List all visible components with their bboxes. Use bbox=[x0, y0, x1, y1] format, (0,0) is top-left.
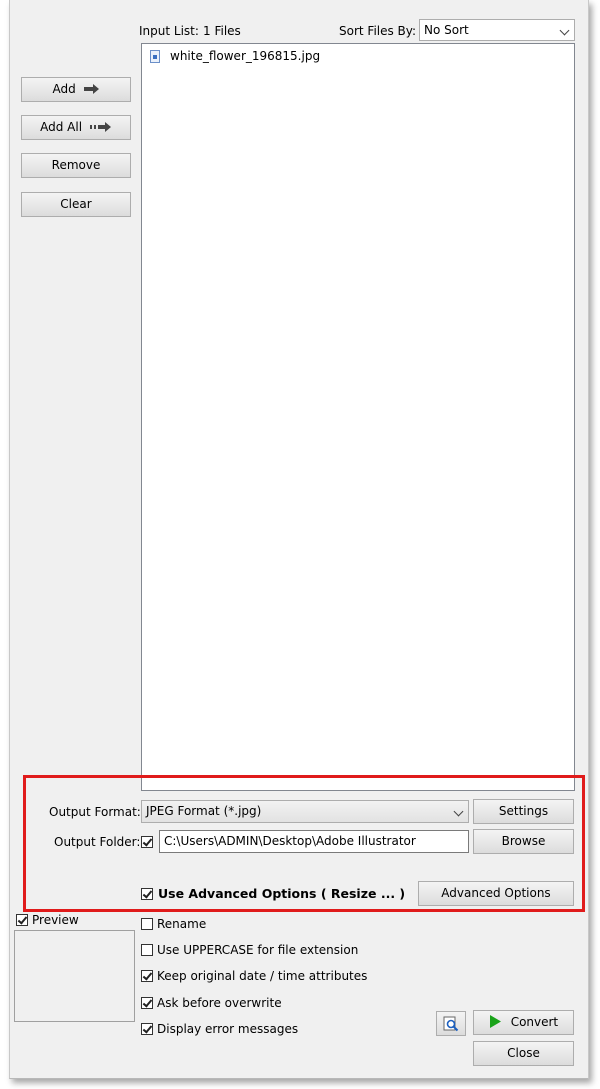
ask-overwrite-label: Ask before overwrite bbox=[157, 996, 282, 1010]
sort-files-value: No Sort bbox=[424, 23, 469, 37]
sort-files-label: Sort Files By: bbox=[339, 24, 417, 38]
convert-button[interactable]: Convert bbox=[473, 1010, 574, 1035]
uppercase-extension-checkbox[interactable] bbox=[141, 944, 153, 956]
uppercase-extension-label: Use UPPERCASE for file extension bbox=[157, 943, 359, 957]
add-button-label: Add bbox=[52, 82, 76, 96]
clear-button[interactable]: Clear bbox=[21, 192, 131, 217]
add-all-button[interactable]: Add All bbox=[21, 115, 131, 140]
right-arrow-icon bbox=[83, 84, 99, 94]
preview-box bbox=[14, 930, 135, 1022]
keep-date-label: Keep original date / time attributes bbox=[157, 969, 368, 983]
play-icon bbox=[489, 1015, 501, 1028]
display-errors-checkbox[interactable] bbox=[141, 1023, 153, 1035]
double-right-arrow-icon bbox=[89, 122, 111, 132]
rename-label: Rename bbox=[157, 917, 207, 931]
close-button[interactable]: Close bbox=[473, 1041, 574, 1066]
dialog-window: Input List: 1 Files Sort Files By: No So… bbox=[9, 0, 589, 1079]
chevron-down-icon bbox=[559, 25, 570, 36]
ask-overwrite-checkbox[interactable] bbox=[141, 997, 153, 1009]
preview-label: Preview bbox=[32, 913, 79, 927]
list-item[interactable]: white_flower_196815.jpg bbox=[150, 49, 450, 65]
preview-checkbox[interactable] bbox=[16, 914, 28, 926]
input-list-label: Input List: bbox=[139, 24, 199, 38]
file-name: white_flower_196815.jpg bbox=[170, 49, 321, 63]
preview-search-button[interactable] bbox=[436, 1011, 466, 1036]
rename-checkbox[interactable] bbox=[141, 918, 153, 930]
add-all-button-label: Add All bbox=[40, 120, 83, 134]
input-list-count: 1 Files bbox=[203, 24, 241, 38]
display-errors-label: Display error messages bbox=[157, 1022, 299, 1036]
file-image-icon bbox=[150, 50, 160, 63]
sort-files-select[interactable]: No Sort bbox=[419, 19, 575, 41]
magnifier-icon bbox=[443, 1016, 459, 1032]
highlight-box bbox=[23, 775, 585, 912]
convert-button-label: Convert bbox=[510, 1015, 559, 1029]
keep-date-checkbox[interactable] bbox=[141, 970, 153, 982]
input-file-list[interactable]: white_flower_196815.jpg bbox=[141, 43, 575, 791]
add-button[interactable]: Add bbox=[21, 77, 131, 102]
remove-button[interactable]: Remove bbox=[21, 153, 131, 178]
